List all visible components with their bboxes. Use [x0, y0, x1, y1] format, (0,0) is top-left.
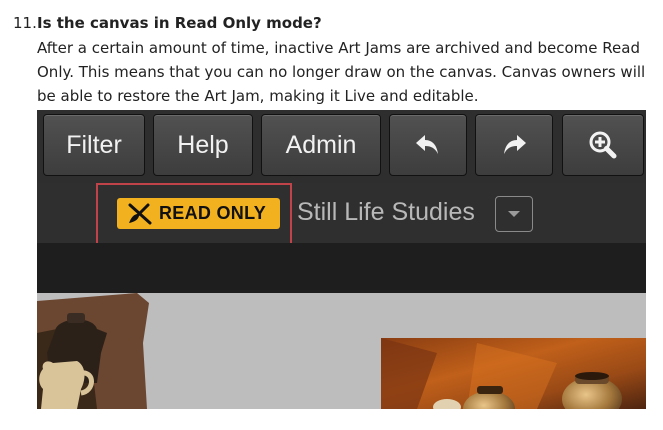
zoom-in-button[interactable] [562, 114, 644, 176]
redo-button[interactable] [475, 114, 553, 176]
filter-button[interactable]: Filter [43, 114, 145, 176]
canvas-area [37, 293, 646, 409]
chevron-down-icon [508, 211, 520, 217]
faq-question: Is the canvas in Read Only mode? [37, 14, 322, 32]
redo-icon [504, 135, 526, 154]
canvas-top-band [37, 243, 646, 293]
zoom-in-icon [589, 131, 617, 159]
read-only-screenshot: Filter Help Admin READ ONLY Still Life S… [37, 110, 646, 409]
highlight-box [96, 183, 292, 250]
undo-icon [416, 135, 438, 154]
admin-button[interactable]: Admin [261, 114, 381, 176]
undo-button[interactable] [389, 114, 467, 176]
faq-number: 11. [13, 14, 37, 32]
toolbar: Filter Help Admin [37, 110, 646, 183]
jam-dropdown-button[interactable] [495, 196, 533, 232]
help-button[interactable]: Help [153, 114, 253, 176]
art-jam-title: Still Life Studies [297, 198, 475, 226]
faq-answer: After a certain amount of time, inactive… [37, 39, 646, 105]
canvas-painting [37, 293, 646, 409]
